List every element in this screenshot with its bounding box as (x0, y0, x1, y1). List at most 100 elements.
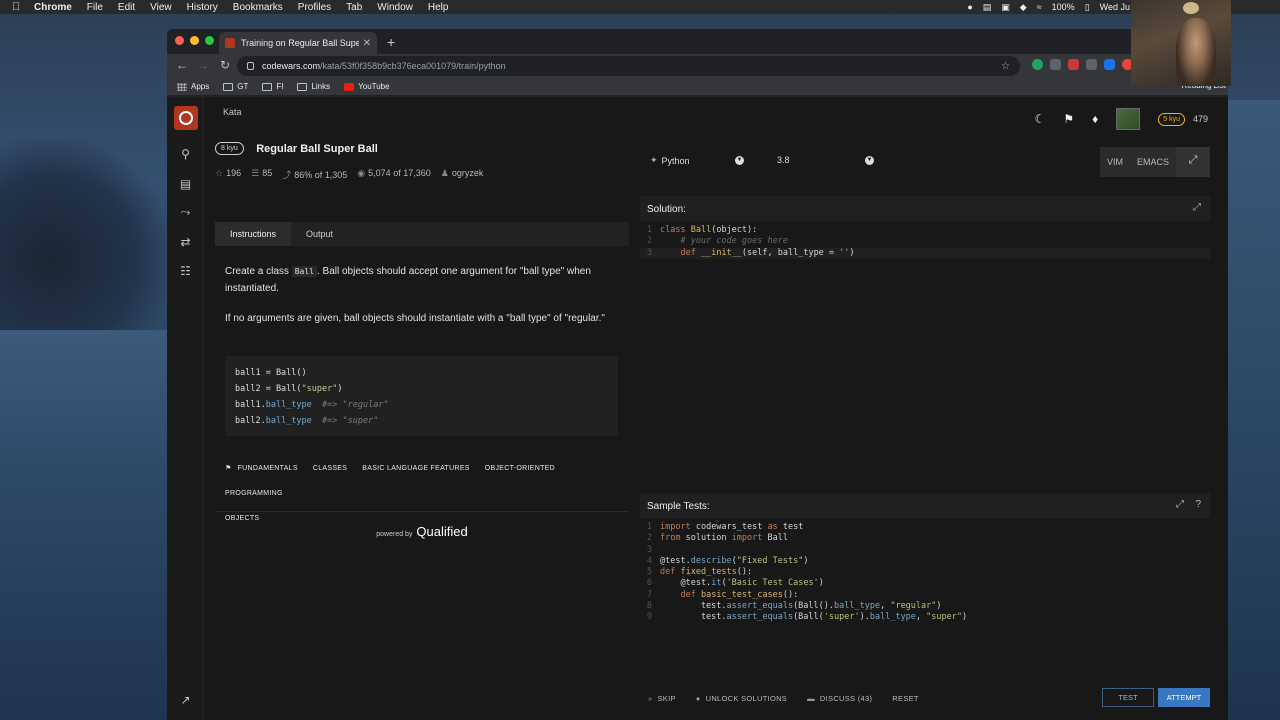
test-button[interactable]: TEST (1102, 688, 1154, 707)
attempt-button[interactable]: ATTEMPT (1158, 688, 1210, 707)
trending-icon[interactable]: ↗ (178, 692, 193, 707)
solution-editor[interactable]: 1 class Ball(object): 2 # your code goes … (640, 221, 1210, 476)
emacs-mode-button[interactable]: EMACS (1130, 147, 1176, 177)
battery-icon[interactable]: ▯ (1085, 2, 1090, 13)
tag-basic-language-features[interactable]: BASIC LANGUAGE FEATURES (362, 465, 470, 472)
audio-icon[interactable]: ◆ (1020, 2, 1027, 13)
menu-file[interactable]: File (87, 2, 103, 13)
ceiling-lamp (1183, 2, 1199, 14)
back-icon[interactable]: ← (174, 58, 190, 72)
author-stat[interactable]: ♟ ogryzek (441, 168, 484, 181)
skip-button[interactable]: » SKIP (648, 694, 676, 703)
code-attr: ball_type (265, 416, 312, 426)
skip-icon: » (648, 693, 653, 703)
expand-icon[interactable]: ⤢ (1176, 499, 1184, 510)
forward-icon[interactable]: → (195, 58, 211, 72)
menu-profiles[interactable]: Profiles (298, 2, 331, 13)
practice-loop-icon[interactable]: ⇄ (178, 234, 193, 249)
code-comment-string: "regular" (342, 400, 389, 410)
tab-instructions[interactable]: Instructions (215, 222, 292, 246)
notifications-bell-icon[interactable]: ♦ (1092, 112, 1098, 126)
new-tab-button[interactable]: + (387, 34, 395, 50)
comments-icon: ▬ (807, 693, 815, 703)
discuss-chat-icon[interactable]: ☷ (178, 263, 193, 278)
user-icon: ♟ (440, 168, 449, 178)
inline-code: Ball (291, 266, 317, 277)
extension-blue-icon[interactable] (1104, 59, 1115, 70)
collections-stat[interactable]: ☰ 85 (251, 168, 272, 181)
close-window-button[interactable] (175, 36, 184, 45)
bookmark-icon[interactable]: ⚑ (1063, 112, 1074, 126)
display-icon[interactable]: ▣ (1001, 2, 1010, 13)
discuss-button[interactable]: ▬ DISCUSS (43) (807, 694, 872, 703)
extension-red-icon[interactable] (1068, 59, 1079, 70)
example-line-2: ball2 = Ball("super") (235, 381, 608, 397)
mac-menubar:  Chrome File Edit View History Bookmark… (0, 0, 1280, 14)
browser-tab[interactable]: Training on Regular Ball Super ✕ (219, 32, 377, 54)
qualified-logo[interactable]: Qualified (416, 524, 467, 539)
search-icon[interactable]: ⚲ (178, 146, 193, 161)
bookmark-star-icon[interactable]: ☆ (1001, 61, 1010, 72)
bookmark-gt[interactable]: GT (223, 82, 248, 91)
bookmark-fi[interactable]: FI (262, 82, 283, 91)
codewars-logo[interactable] (174, 106, 198, 130)
menu-tab[interactable]: Tab (346, 2, 362, 13)
version-selected: 3.8 (777, 155, 790, 165)
bookmark-youtube[interactable]: YouTube (344, 82, 390, 91)
status-app-icon[interactable]: ● (967, 2, 972, 12)
tab-output[interactable]: Output (291, 222, 348, 246)
sample-tests-editor[interactable]: 1 import codewars_test as test 2 from solu… (640, 518, 1210, 679)
lock-icon[interactable] (247, 62, 254, 70)
tag-fundamentals[interactable]: FUNDAMENTALS (238, 465, 298, 472)
rss-feed-icon[interactable]: ⤳ (178, 205, 193, 220)
maximize-window-button[interactable] (205, 36, 214, 45)
menu-window[interactable]: Window (377, 2, 413, 13)
avatar[interactable] (1116, 108, 1141, 130)
tag-classes[interactable]: CLASSES (313, 465, 347, 472)
reset-button[interactable]: RESET (892, 694, 919, 703)
docs-book-icon[interactable]: ▤ (178, 176, 193, 191)
close-tab-icon[interactable]: ✕ (363, 38, 371, 49)
code-text: ball1. (235, 400, 266, 410)
apple-icon[interactable]:  (12, 1, 22, 13)
extension-icon[interactable] (1050, 59, 1061, 70)
sample-tests-panel: Sample Tests: ⤢ ? 1 import codewars_test … (640, 493, 1210, 679)
menu-help[interactable]: Help (428, 2, 449, 13)
clock[interactable]: Wed Ju (1100, 2, 1130, 12)
line-number: 1 (646, 225, 652, 235)
star-icon: ☆ (215, 168, 224, 178)
reload-icon[interactable]: ↻ (217, 58, 233, 72)
unlock-solutions-button[interactable]: ● UNLOCK SOLUTIONS (696, 694, 787, 703)
bookmark-links[interactable]: Links (297, 82, 330, 91)
version-select[interactable]: 3.8 ▼ (777, 155, 877, 165)
wifi-icon[interactable]: ≈ (1037, 2, 1042, 12)
skip-label: SKIP (657, 693, 676, 703)
fullscreen-icon[interactable]: ⤢ (1176, 147, 1210, 177)
menu-edit[interactable]: Edit (118, 2, 135, 13)
breadcrumb-kata[interactable]: Kata (223, 107, 242, 117)
address-bar[interactable]: codewars.com /kata/53f0f358b9cb376eca001… (237, 56, 1020, 76)
example-code-block: ball1 = Ball() ball2 = Ball("super") bal… (225, 356, 618, 436)
language-select[interactable]: ✦ Python ▼ (650, 155, 745, 166)
extension-grid-icon[interactable] (1086, 59, 1097, 70)
grammarly-extension-icon[interactable] (1032, 59, 1043, 70)
battery-percent: 100% (1051, 2, 1075, 12)
solution-header: Solution: ⤢ (640, 196, 1210, 221)
minimize-window-button[interactable] (190, 36, 199, 45)
kata-title[interactable]: Regular Ball Super Ball (256, 143, 378, 155)
bookmark-apps[interactable]: Apps (177, 82, 209, 91)
menu-bookmarks[interactable]: Bookmarks (233, 2, 283, 13)
dark-mode-moon-icon[interactable]: ☾ (1035, 112, 1046, 126)
menu-view[interactable]: View (150, 2, 172, 13)
menu-history[interactable]: History (187, 2, 218, 13)
help-icon[interactable]: ? (1195, 499, 1201, 510)
keyboard-icon[interactable]: ▤ (983, 2, 992, 13)
editor-settings-bar: ✦ Python ▼ 3.8 ▼ VIM EMACS ⤢ (640, 147, 1210, 177)
toolbar: ← → ↻ codewars.com /kata/53f0f358b9cb376… (167, 54, 1228, 78)
stars-stat[interactable]: ☆ 196 (215, 168, 241, 181)
expand-icon[interactable]: ⤢ (1193, 202, 1201, 213)
kyu-badge: 8 kyu (215, 142, 244, 156)
menu-app-name[interactable]: Chrome (34, 2, 72, 13)
example-line-4: ball2.ball_type #=> "super" (235, 413, 608, 429)
vim-mode-button[interactable]: VIM (1100, 147, 1130, 177)
